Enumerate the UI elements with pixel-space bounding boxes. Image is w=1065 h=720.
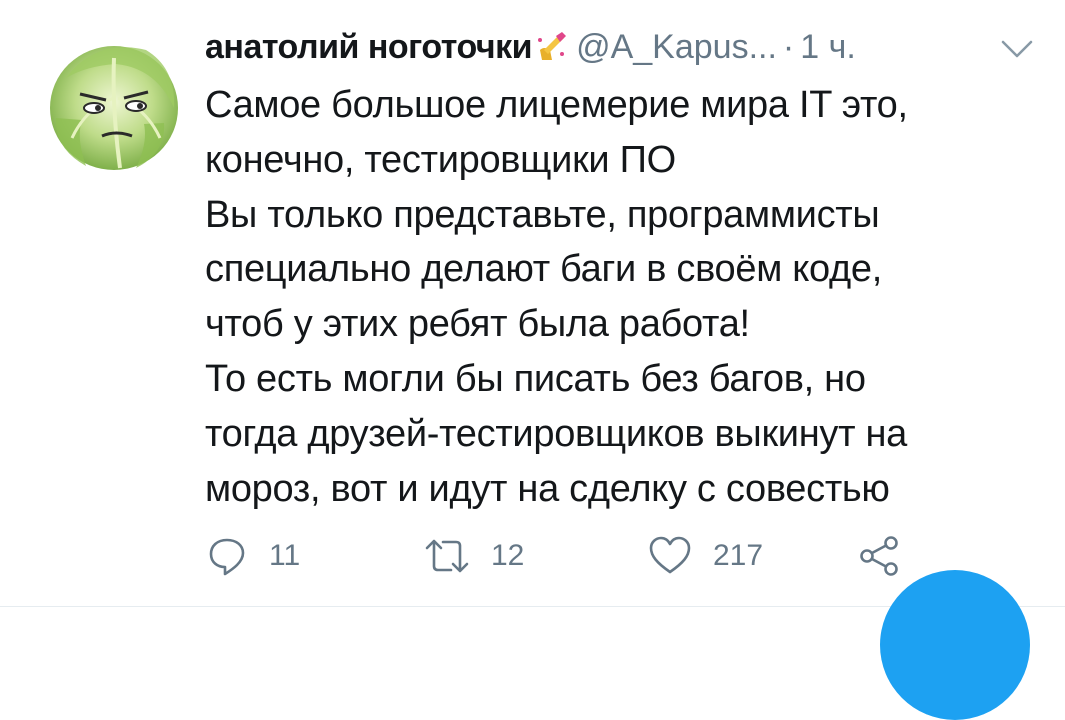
display-name[interactable]: анатолий ноготочки [205,28,533,67]
user-handle[interactable]: @A_Kapus... [576,28,777,67]
nail-polish-emoji-icon [534,30,568,64]
heart-icon [647,534,693,578]
like-button[interactable]: 217 [647,528,763,584]
retweet-count: 12 [491,539,525,572]
cabbage-avatar-image [50,46,178,170]
tweet-text-line: специально делают баги в своём коде, [205,248,883,291]
tweet-text-line: конечно, тестировщики ПО [205,138,676,181]
retweet-icon [423,534,471,578]
chevron-down-icon[interactable] [999,32,1035,58]
tweet[interactable]: анатолий ноготочки @A_Kapus... · 1 ч. Са… [0,0,1065,720]
retweet-button[interactable]: 12 [423,528,524,584]
tweet-text-line: Вы только представьте, программисты [205,193,880,236]
tweet-text-line: Самое большое лицемерие мира IT это, [205,84,908,126]
tweet-header: анатолий ноготочки @A_Kapus... · 1 ч. [205,22,1035,72]
tweet-text-line: чтоб у этих ребят была работа! [205,303,750,346]
tweet-text-line: То есть могли бы писать без багов, но [205,357,866,400]
timestamp[interactable]: 1 ч. [800,28,856,67]
reply-button[interactable]: 11 [205,528,300,584]
tweet-text-line: тогда друзей-тестировщиков выкинут на [205,412,907,455]
compose-fab-button[interactable] [880,570,1030,720]
separator-dot: · [782,27,795,66]
share-button[interactable] [857,528,901,584]
reply-count: 11 [269,539,301,572]
tweet-text-line: мороз, вот и идут на сделку с совестью [205,467,890,510]
reply-icon [205,534,249,578]
like-count: 217 [713,539,764,572]
share-icon [857,534,901,578]
tweet-actions: 11 12 217 [205,528,965,584]
avatar[interactable] [36,28,184,176]
tweet-text: Самое большое лицемерие мира IT это, кон… [205,78,1025,516]
